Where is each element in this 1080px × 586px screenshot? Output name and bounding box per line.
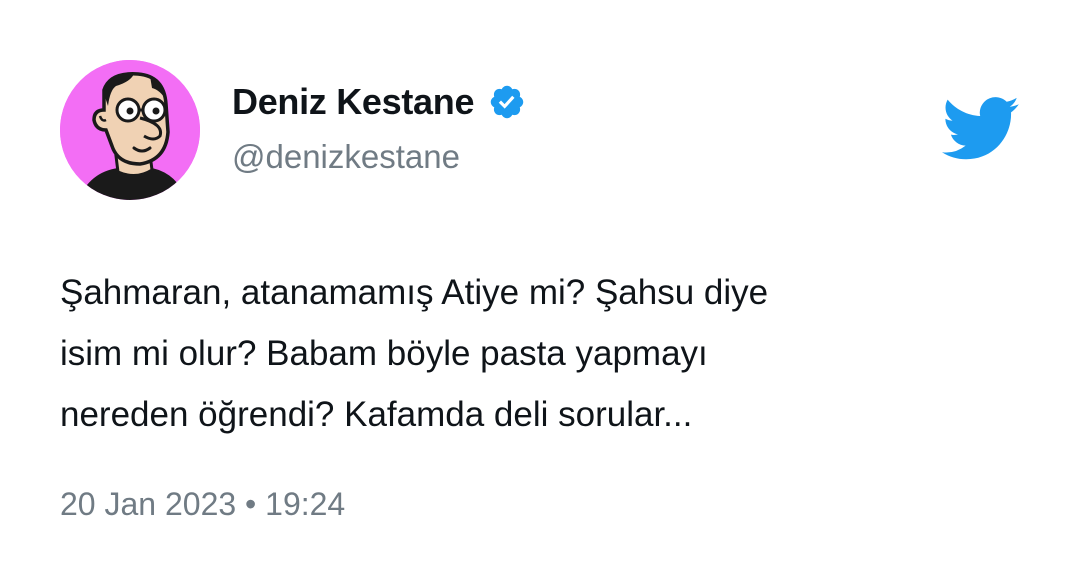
verified-badge-icon xyxy=(488,83,526,121)
name-row: Deniz Kestane xyxy=(232,78,526,126)
display-name[interactable]: Deniz Kestane xyxy=(232,81,474,123)
user-handle[interactable]: @denizkestane xyxy=(232,138,526,176)
tweet-timestamp[interactable]: 20 Jan 2023 • 19:24 xyxy=(60,486,345,523)
author-block: Deniz Kestane @denizkestane xyxy=(232,78,526,176)
timestamp-separator: • xyxy=(245,486,257,522)
tweet-card: Deniz Kestane @denizkestane Şahmaran, at… xyxy=(0,0,1080,586)
tweet-date: 20 Jan 2023 xyxy=(60,486,237,522)
tweet-header: Deniz Kestane @denizkestane xyxy=(60,60,1020,200)
cartoon-face-icon xyxy=(60,60,200,200)
avatar[interactable] xyxy=(60,60,200,200)
twitter-bird-icon[interactable] xyxy=(942,96,1020,162)
tweet-text: Şahmaran, atanamamış Atiye mi? Şahsu diy… xyxy=(60,273,769,434)
tweet-time: 19:24 xyxy=(265,486,346,522)
